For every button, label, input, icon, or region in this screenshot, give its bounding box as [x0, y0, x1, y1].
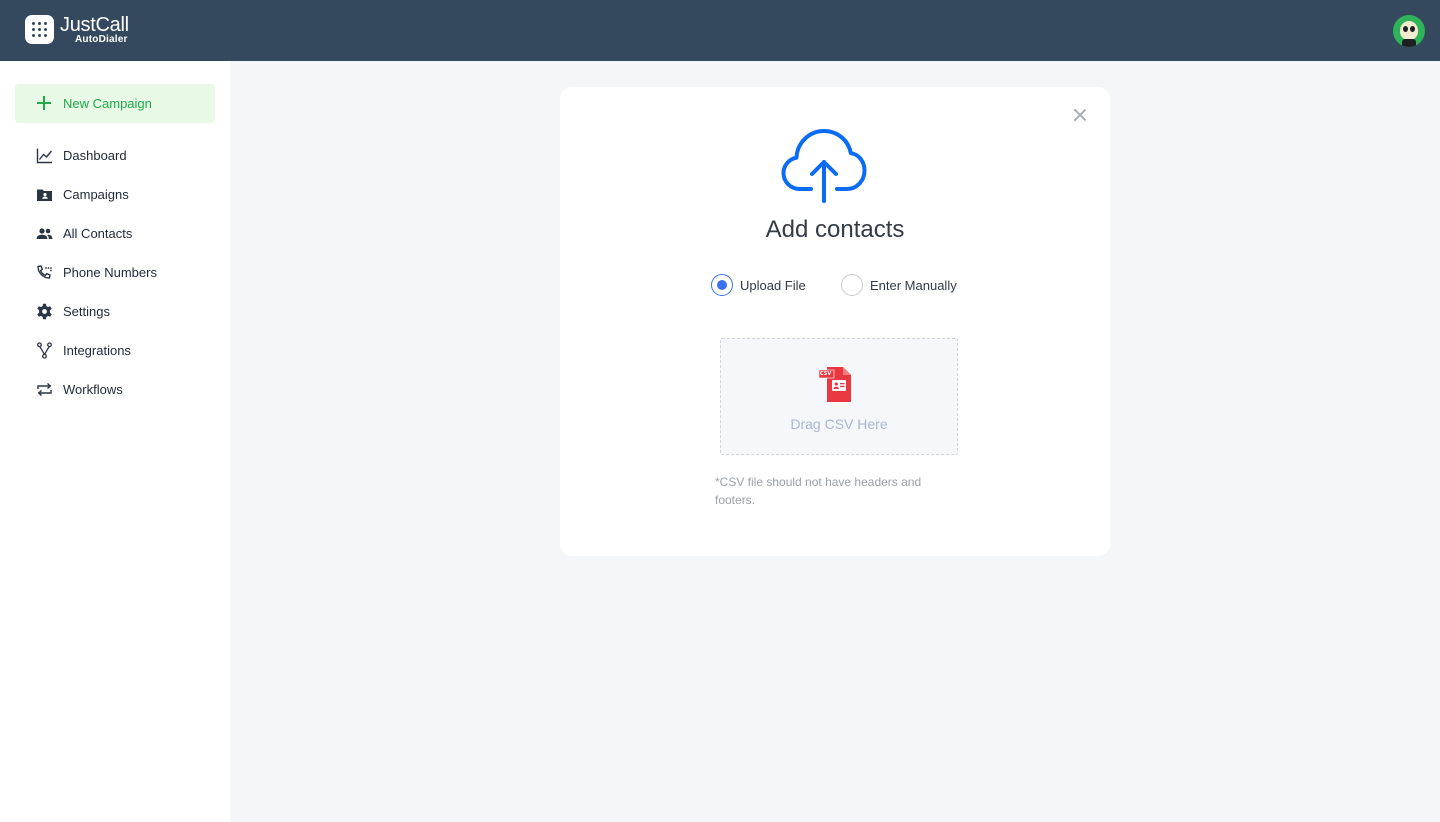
sidebar: New Campaign Dashboard Campaigns All Con…: [0, 61, 230, 822]
csv-note: *CSV file should not have headers and fo…: [715, 475, 922, 507]
close-icon[interactable]: [1073, 108, 1087, 122]
enter-manually-radio[interactable]: Enter Manually: [841, 274, 957, 296]
people-icon: [36, 225, 53, 242]
radio-label: Upload File: [740, 277, 806, 293]
avatar-eye-left: [1403, 26, 1408, 32]
input-method-options: Upload File Enter Manually: [560, 274, 1110, 298]
sidebar-item-settings[interactable]: Settings: [0, 292, 230, 331]
sidebar-item-label: Settings: [63, 304, 110, 319]
radio-label: Enter Manually: [870, 277, 957, 293]
cloud-upload-icon: [781, 125, 867, 205]
phone-dial-icon: [36, 264, 53, 281]
plus-icon: [37, 96, 51, 110]
sidebar-item-campaigns[interactable]: Campaigns: [0, 175, 230, 214]
sidebar-item-label: All Contacts: [63, 226, 133, 241]
avatar-body: [1402, 39, 1416, 47]
new-campaign-label: New Campaign: [63, 96, 152, 111]
gear-icon: [36, 303, 53, 320]
fork-icon: [36, 342, 53, 359]
csv-dropzone[interactable]: CSV Drag CSV Here: [720, 338, 958, 455]
sidebar-item-label: Dashboard: [63, 148, 127, 163]
sidebar-item-label: Integrations: [63, 343, 131, 358]
radio-circle: [711, 274, 733, 296]
sidebar-item-workflows[interactable]: Workflows: [0, 370, 230, 409]
sidebar-item-integrations[interactable]: Integrations: [0, 331, 230, 370]
user-avatar[interactable]: [1393, 15, 1425, 47]
csv-badge-label: CSV: [820, 371, 832, 377]
folder-contact-icon: [36, 186, 53, 203]
repeat-icon: [36, 381, 53, 398]
sidebar-item-dashboard[interactable]: Dashboard: [0, 136, 230, 175]
dropzone-label: Drag CSV Here: [790, 416, 888, 432]
product-name: AutoDialer: [75, 34, 128, 45]
brand-name: JustCall: [60, 14, 129, 36]
sidebar-item-phone-numbers[interactable]: Phone Numbers: [0, 253, 230, 292]
app-logo[interactable]: JustCall AutoDialer: [25, 15, 129, 45]
upload-file-radio[interactable]: Upload File: [711, 274, 806, 296]
logo-text: JustCall AutoDialer: [60, 15, 129, 45]
new-campaign-button[interactable]: New Campaign: [15, 84, 215, 123]
sidebar-item-label: Phone Numbers: [63, 265, 157, 280]
sidebar-nav: Dashboard Campaigns All Contacts Phone N…: [0, 136, 230, 409]
csv-file-icon: CSV: [818, 365, 859, 405]
top-header: JustCall AutoDialer: [0, 0, 1440, 61]
add-contacts-modal: Add contacts Upload File Enter Manually …: [560, 87, 1110, 556]
sidebar-item-label: Workflows: [63, 382, 123, 397]
dialpad-logo-icon: [25, 15, 54, 44]
sidebar-item-label: Campaigns: [63, 187, 129, 202]
line-chart-icon: [36, 147, 53, 164]
avatar-eye-right: [1410, 26, 1415, 32]
sidebar-item-all-contacts[interactable]: All Contacts: [0, 214, 230, 253]
modal-title: Add contacts: [765, 216, 905, 243]
radio-circle: [841, 274, 863, 296]
